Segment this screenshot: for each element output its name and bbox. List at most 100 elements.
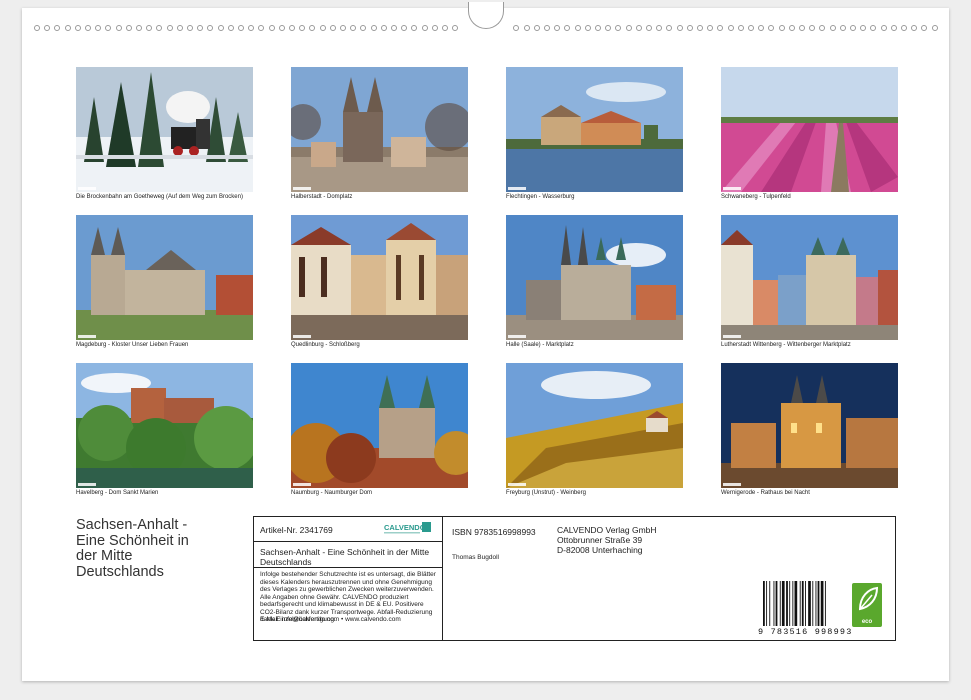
binding-ring — [125, 25, 132, 31]
binding-ring — [778, 25, 785, 31]
photo-wittenberg-square — [721, 215, 898, 340]
binding-ring — [380, 25, 387, 31]
photo-vineyard — [506, 363, 683, 488]
binding-ring — [533, 25, 540, 31]
binding-ring — [646, 25, 652, 31]
binding-ring — [54, 25, 61, 31]
isbn: ISBN 9783516998993 — [452, 527, 536, 537]
article-number: Artikel-Nr. 2341769 — [260, 525, 333, 535]
author-name: Thomas Bugdoll — [452, 554, 499, 561]
title-line: der Mitte — [76, 548, 133, 564]
photo-half-timbered-houses — [291, 215, 468, 340]
photo-caption: Freyburg (Unstrut) - Weinberg — [506, 490, 586, 496]
binding-ring — [686, 25, 693, 31]
contact-email: E-Mail: info@calvendo.com • www.calvendo… — [260, 616, 401, 623]
binding-ring — [411, 25, 418, 31]
binding-ring — [207, 25, 214, 31]
binding-ring — [574, 25, 581, 31]
binding-ring — [217, 25, 224, 31]
binding-ring — [238, 25, 244, 31]
photo-caption: Lutherstadt Wittenberg - Wittenberger Ma… — [721, 342, 851, 348]
binding-ring — [666, 25, 673, 31]
photo-card: Schwaneberg - Tulpenfeld — [721, 67, 898, 201]
photo-tag — [78, 187, 96, 190]
binding-ring — [370, 25, 377, 31]
eco-badge: eco — [852, 583, 882, 627]
binding-ring — [850, 25, 856, 31]
photo-card: Magdeburg - Kloster Unser Lieben Frauen — [76, 215, 253, 349]
photo-caption: Flechtingen - Wasserburg — [506, 194, 575, 200]
binding-ring — [799, 25, 805, 31]
title-line: Sachsen-Anhalt - — [76, 517, 188, 533]
binding-ring — [544, 25, 550, 31]
photo-water-castle — [506, 67, 683, 192]
photo-tag — [293, 483, 311, 486]
binding-ring — [309, 25, 316, 31]
binding-ring — [809, 25, 816, 31]
binding-ring — [74, 25, 81, 31]
photo-market-square — [506, 215, 683, 340]
photo-winter-train — [76, 67, 253, 192]
photo-caption: Magdeburg - Kloster Unser Lieben Frauen — [76, 342, 189, 348]
calvendo-logo: CALVENDO — [384, 521, 434, 535]
binding-ring — [146, 25, 153, 31]
product-title: Sachsen-Anhalt - Eine Schönheit in der M… — [260, 547, 430, 567]
binding-ring — [707, 25, 714, 31]
photo-card: Lutherstadt Wittenberg - Wittenberger Ma… — [721, 215, 898, 349]
binding-ring — [564, 25, 571, 31]
binding-ring — [278, 25, 285, 31]
photo-tag — [723, 483, 741, 486]
photo-naumburg-cathedral — [291, 363, 468, 488]
binding-ring — [595, 25, 601, 31]
binding-ring — [248, 25, 255, 31]
binding-ring — [880, 25, 887, 31]
photo-card: Freyburg (Unstrut) - Weinberg — [506, 363, 683, 497]
photo-caption: Schwaneberg - Tulpenfeld — [721, 194, 791, 200]
binding-ring — [136, 25, 142, 31]
binding-ring — [697, 25, 703, 31]
photo-cathedral-twin-spires — [291, 67, 468, 192]
binding-ring — [921, 25, 928, 31]
photo-monastery — [76, 215, 253, 340]
binding-ring — [513, 25, 520, 31]
binding-ring — [819, 25, 826, 31]
binding-ring — [870, 25, 877, 31]
photo-caption: Halberstadt - Domplatz — [291, 194, 353, 200]
eco-label: eco — [861, 619, 873, 625]
binding-ring — [748, 25, 754, 31]
binding-ring — [768, 25, 775, 31]
binding-ring — [115, 25, 122, 31]
binding-ring — [860, 25, 867, 31]
binding-ring — [901, 25, 907, 31]
photo-card: Flechtingen - Wasserburg — [506, 67, 683, 201]
calendar-title: Sachsen-Anhalt - Eine Schönheit in der M… — [76, 517, 246, 580]
binding-ring — [187, 25, 193, 31]
binding-ring — [268, 25, 275, 31]
binding-ring — [737, 25, 744, 31]
photo-caption: Halle (Saale) - Marktplatz — [506, 342, 574, 348]
binding-ring — [625, 25, 632, 31]
binding-ring — [584, 25, 591, 31]
leaf-icon — [858, 586, 879, 611]
calvendo-logo-text: CALVENDO — [384, 523, 426, 532]
photo-tag — [508, 335, 526, 338]
binding-ring — [431, 25, 438, 31]
binding-ring — [788, 25, 795, 31]
row-divider — [254, 567, 442, 568]
binding-ring — [839, 25, 846, 31]
binding-ring — [319, 25, 326, 31]
calendar-back-cover: Die Brockenbahn am Goetheweg (Auf dem We… — [22, 2, 949, 681]
binding-ring — [442, 25, 448, 31]
photo-caption: Havelberg - Dom Sankt Marien — [76, 490, 159, 496]
barcode — [763, 581, 831, 626]
photo-tag — [293, 335, 311, 338]
photo-caption: Die Brockenbahn am Goetheweg (Auf dem We… — [76, 194, 243, 200]
photo-tag — [78, 483, 96, 486]
photo-tag — [508, 187, 526, 190]
photo-caption: Wernigerode - Rathaus bei Nacht — [721, 490, 810, 496]
binding-ring — [227, 25, 234, 31]
row-divider — [254, 541, 442, 542]
binding-ring — [95, 25, 102, 31]
binding-ring — [197, 25, 204, 31]
photo-tag — [723, 187, 741, 190]
